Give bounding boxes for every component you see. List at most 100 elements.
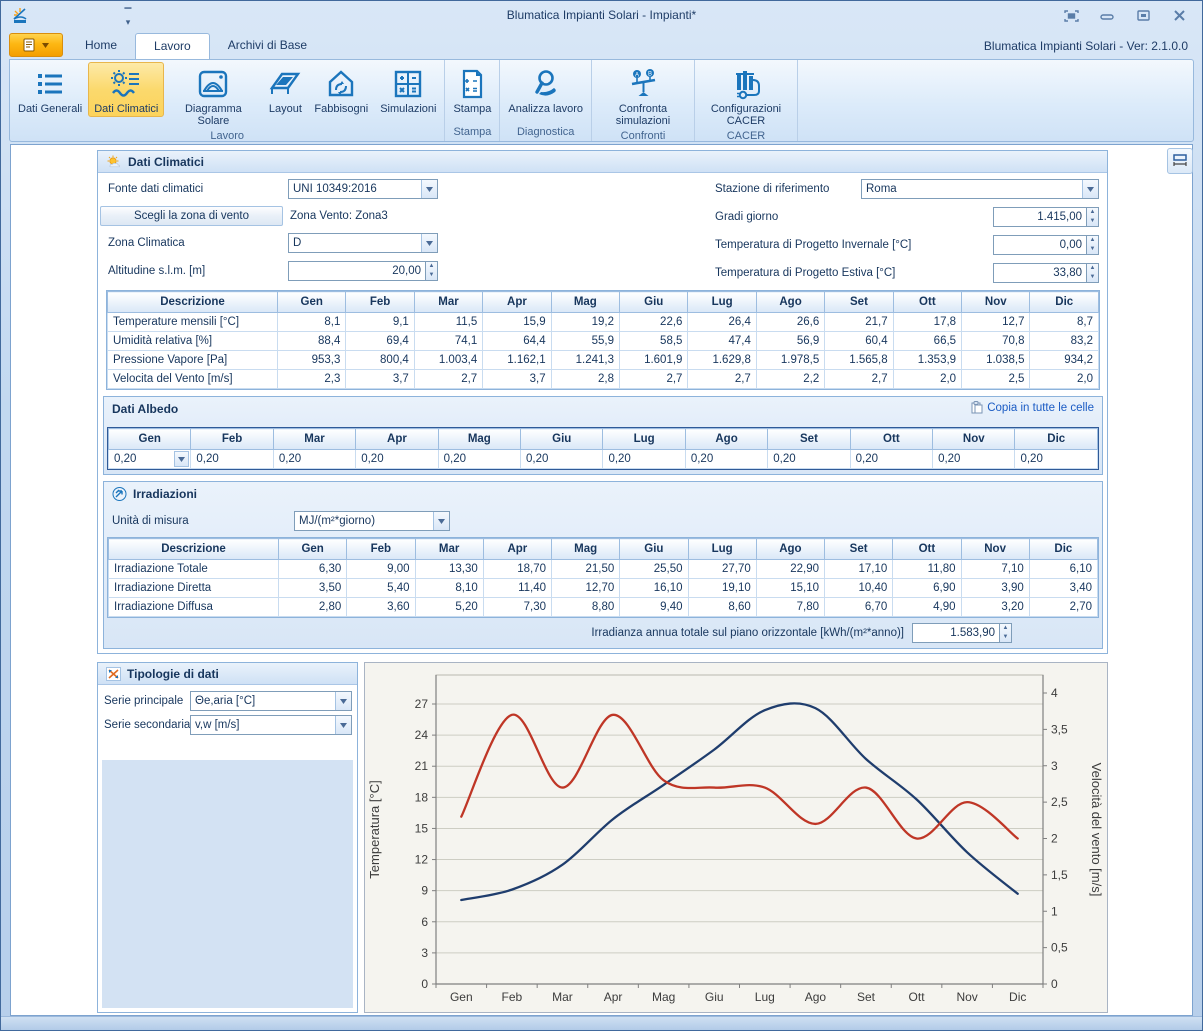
data-cell: 3,7 xyxy=(346,370,414,389)
albedo-cell[interactable]: 0,20 xyxy=(768,450,850,469)
month-column-header: Dic xyxy=(1015,429,1098,450)
table-row: Irradiazione Diffusa2,803,605,207,308,80… xyxy=(109,598,1098,617)
dati-generali-button[interactable]: Dati Generali xyxy=(12,62,88,117)
gradi-giorno-value[interactable]: 1.415,00 xyxy=(993,207,1086,227)
dati-climatici-button[interactable]: Dati Climatici xyxy=(88,62,164,117)
svg-text:Apr: Apr xyxy=(604,990,623,1004)
dati-climatici-panel: Dati Climatici Fonte dati climatici UNI … xyxy=(97,150,1108,654)
serie-principale-value: Θe,aria [°C] xyxy=(191,692,335,710)
data-cell: 19,2 xyxy=(551,313,619,332)
climate-chart: 036912151821242700,511,522,533,54GenFebM… xyxy=(364,662,1108,1013)
data-cell: 60,4 xyxy=(825,332,893,351)
copy-all-cells-link[interactable]: Copia in tutte le celle xyxy=(971,401,1094,414)
simulazioni-button[interactable]: Simulazioni xyxy=(374,62,442,117)
gradi-giorno-field[interactable]: 1.415,00 ▲▼ xyxy=(993,207,1099,227)
row-label: Temperature mensili [°C] xyxy=(108,313,278,332)
albedo-cell[interactable]: 0,20 xyxy=(273,450,355,469)
spinner-buttons[interactable]: ▲▼ xyxy=(1086,263,1099,283)
serie-principale-combobox[interactable]: Θe,aria [°C] xyxy=(190,691,352,711)
albedo-cell[interactable]: 0,20 xyxy=(603,450,685,469)
panel-width-toggle-button[interactable] xyxy=(1167,148,1193,174)
chevron-down-icon[interactable] xyxy=(421,234,437,252)
chevron-down-icon[interactable] xyxy=(335,692,351,710)
ribbon-button-label: Diagramma Solare xyxy=(170,103,256,127)
zona-climatica-combobox[interactable]: D xyxy=(288,233,438,253)
minimize-button[interactable] xyxy=(1096,7,1118,24)
data-cell: 18,70 xyxy=(483,560,551,579)
confronta-simulazioni-button[interactable]: ABConfronta simulazioni xyxy=(594,62,692,129)
irradianza-annua-field[interactable]: 1.583,90 ▲▼ xyxy=(912,623,1012,643)
stampa-button[interactable]: Stampa xyxy=(447,62,497,117)
data-cell: 2,70 xyxy=(1029,598,1097,617)
application-menu-button[interactable] xyxy=(9,33,63,57)
serie-secondaria-combobox[interactable]: v,w [m/s] xyxy=(190,715,352,735)
temp-invernale-value[interactable]: 0,00 xyxy=(993,235,1086,255)
tab-archivi-di-base[interactable]: Archivi di Base xyxy=(210,33,325,59)
spinner-buttons[interactable]: ▲▼ xyxy=(1086,207,1099,227)
albedo-cell[interactable]: 0,20 xyxy=(933,450,1015,469)
svg-text:B: B xyxy=(648,72,652,78)
month-column-header: Mag xyxy=(551,292,619,313)
albedo-cell[interactable]: 0,20 xyxy=(356,450,438,469)
albedo-cell[interactable]: 0,20 xyxy=(109,450,191,469)
data-cell: 10,40 xyxy=(825,579,893,598)
row-label: Irradiazione Totale xyxy=(109,560,279,579)
ribbon-button-label: Confronta simulazioni xyxy=(600,103,686,127)
irradiazioni-panel: Irradiazioni Unità di misura MJ/(m²*gior… xyxy=(103,481,1103,649)
albedo-cell[interactable]: 0,20 xyxy=(1015,450,1098,469)
app-window: ▔▾ Blumatica Impianti Solari - Impianti*… xyxy=(0,0,1203,1031)
spinner-buttons[interactable]: ▲▼ xyxy=(999,623,1012,643)
ribbon-group-label: Diagnostica xyxy=(502,125,589,141)
zona-climatica-value: D xyxy=(289,234,421,252)
chevron-down-icon[interactable] xyxy=(433,512,449,530)
ribbon-group-diagnostica: Analizza lavoro Diagnostica xyxy=(500,60,592,141)
tab-lavoro[interactable]: Lavoro xyxy=(135,33,210,59)
temp-invernale-field[interactable]: 0,00 ▲▼ xyxy=(993,235,1099,255)
unita-misura-combobox[interactable]: MJ/(m²*giorno) xyxy=(294,511,450,531)
temp-estiva-field[interactable]: 33,80 ▲▼ xyxy=(993,263,1099,283)
analizza-lavoro-button[interactable]: Analizza lavoro xyxy=(502,62,589,117)
ribbon-group-label: Lavoro xyxy=(12,129,442,144)
altitudine-field[interactable]: 20,00 ▲▼ xyxy=(288,261,438,281)
scegli-zona-vento-button[interactable]: Scegli la zona di vento xyxy=(100,206,283,226)
albedo-cell[interactable]: 0,20 xyxy=(191,450,273,469)
albedo-title: Dati Albedo xyxy=(112,402,178,416)
stazione-combobox[interactable]: Roma xyxy=(861,179,1099,199)
data-cell: 83,2 xyxy=(1030,332,1099,351)
data-cell: 4,90 xyxy=(893,598,961,617)
fabbisogni-button[interactable]: Fabbisogni xyxy=(308,62,374,117)
restore-button[interactable] xyxy=(1132,7,1154,24)
layout-button[interactable]: Layout xyxy=(262,62,308,117)
irradianza-annua-value[interactable]: 1.583,90 xyxy=(912,623,999,643)
unita-misura-value: MJ/(m²*giorno) xyxy=(295,512,433,530)
altitudine-value[interactable]: 20,00 xyxy=(288,261,425,281)
month-column-header: Ago xyxy=(685,429,767,450)
svg-text:0: 0 xyxy=(1051,977,1058,991)
fullscreen-button[interactable] xyxy=(1060,7,1082,24)
fonte-dati-combobox[interactable]: UNI 10349:2016 xyxy=(288,179,438,199)
diagramma-solare-button[interactable]: Diagramma Solare xyxy=(164,62,262,129)
zona-vento-value: Zona Vento: Zona3 xyxy=(290,206,388,226)
spinner-buttons[interactable]: ▲▼ xyxy=(1086,235,1099,255)
albedo-cell[interactable]: 0,20 xyxy=(850,450,932,469)
chevron-down-icon[interactable] xyxy=(335,716,351,734)
data-cell: 9,40 xyxy=(620,598,688,617)
spinner-buttons[interactable]: ▲▼ xyxy=(425,261,438,281)
close-button[interactable] xyxy=(1168,7,1190,24)
albedo-cell[interactable]: 0,20 xyxy=(685,450,767,469)
temp-estiva-value[interactable]: 33,80 xyxy=(993,263,1086,283)
albedo-cell[interactable]: 0,20 xyxy=(438,450,520,469)
clipboard-icon xyxy=(971,401,983,414)
irradiazioni-table: DescrizioneGenFebMarAprMagGiuLugAgoSetOt… xyxy=(107,537,1099,618)
house-arrows-icon xyxy=(324,66,358,102)
chevron-down-icon[interactable] xyxy=(1082,180,1098,198)
chevron-down-icon[interactable] xyxy=(174,451,189,467)
albedo-cell[interactable]: 0,20 xyxy=(521,450,603,469)
data-cell: 2,7 xyxy=(688,370,756,389)
tab-home[interactable]: Home xyxy=(67,33,135,59)
table-row: Irradiazione Diretta3,505,408,1011,4012,… xyxy=(109,579,1098,598)
svg-text:Set: Set xyxy=(857,990,876,1004)
configurazioni-cacer-button[interactable]: Configurazioni CACER xyxy=(697,62,795,129)
chevron-down-icon[interactable] xyxy=(421,180,437,198)
tipologie-panel: Tipologie di dati Serie principale Θe,ar… xyxy=(97,662,358,1013)
